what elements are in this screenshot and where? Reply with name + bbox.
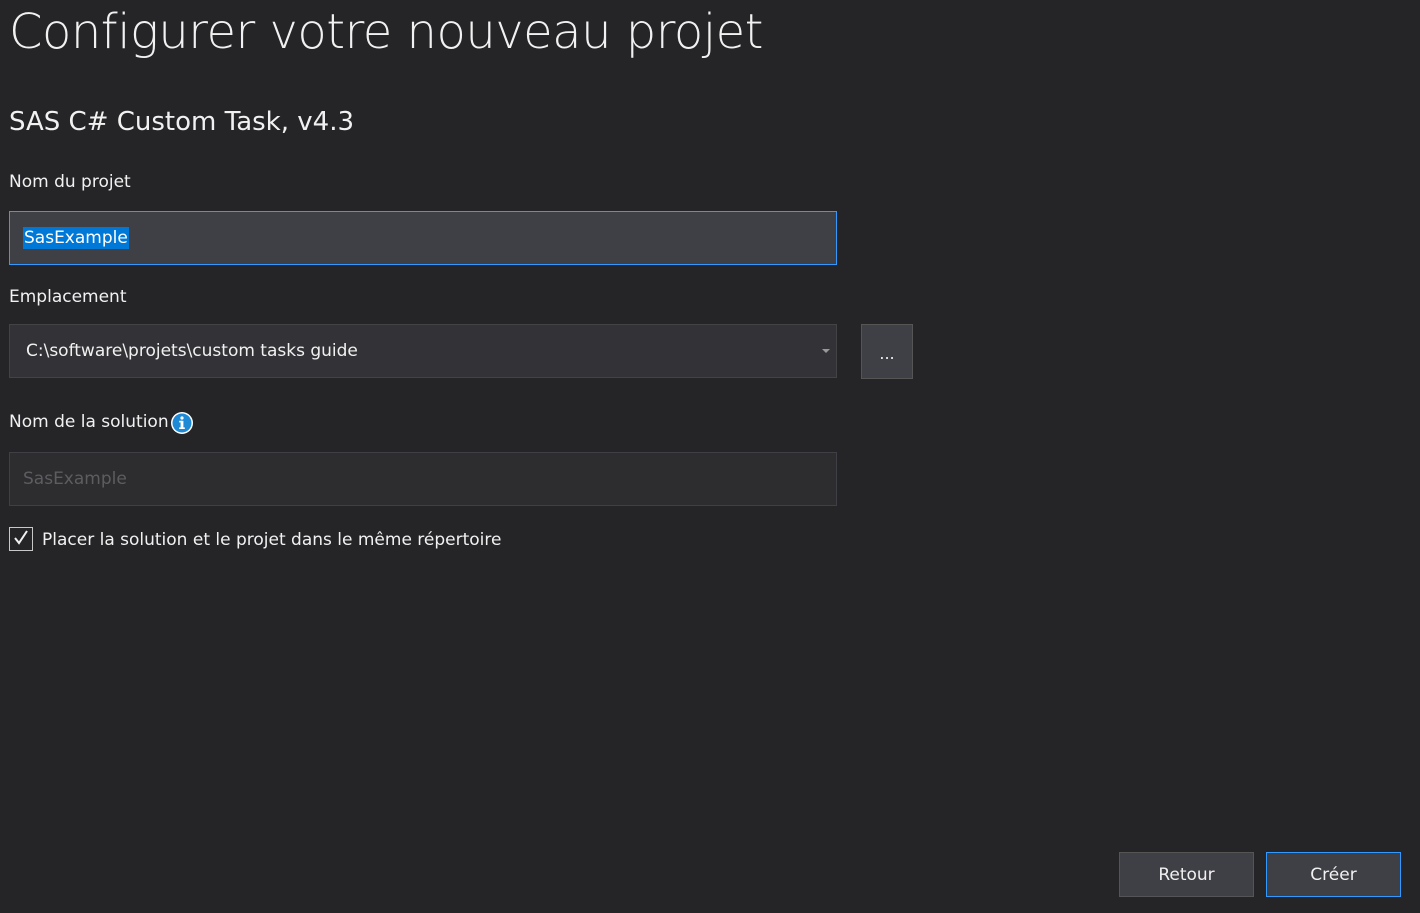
project-name-label: Nom du projet: [9, 172, 131, 192]
solution-name-label: Nom de la solution: [9, 412, 169, 432]
checkmark-icon: [14, 530, 28, 545]
create-button[interactable]: Créer: [1266, 852, 1401, 897]
project-name-input[interactable]: SasExample: [9, 211, 837, 265]
configure-project-page: Configurer votre nouveau projet SAS C# C…: [0, 0, 1420, 913]
same-directory-label[interactable]: Placer la solution et le projet dans le …: [42, 530, 501, 550]
same-directory-checkbox[interactable]: [9, 527, 33, 551]
solution-name-input[interactable]: SasExample: [9, 452, 837, 506]
page-title: Configurer votre nouveau projet: [9, 4, 763, 60]
location-value: C:\software\projets\custom tasks guide: [26, 341, 358, 361]
location-label: Emplacement: [9, 287, 127, 307]
chevron-down-icon[interactable]: [822, 349, 830, 353]
info-icon[interactable]: [170, 411, 194, 435]
location-combobox[interactable]: C:\software\projets\custom tasks guide: [9, 324, 837, 378]
template-name: SAS C# Custom Task, v4.3: [9, 107, 354, 137]
project-name-value: SasExample: [23, 227, 129, 249]
back-button[interactable]: Retour: [1119, 852, 1254, 897]
solution-name-placeholder: SasExample: [23, 469, 127, 489]
browse-button[interactable]: ...: [861, 324, 913, 379]
